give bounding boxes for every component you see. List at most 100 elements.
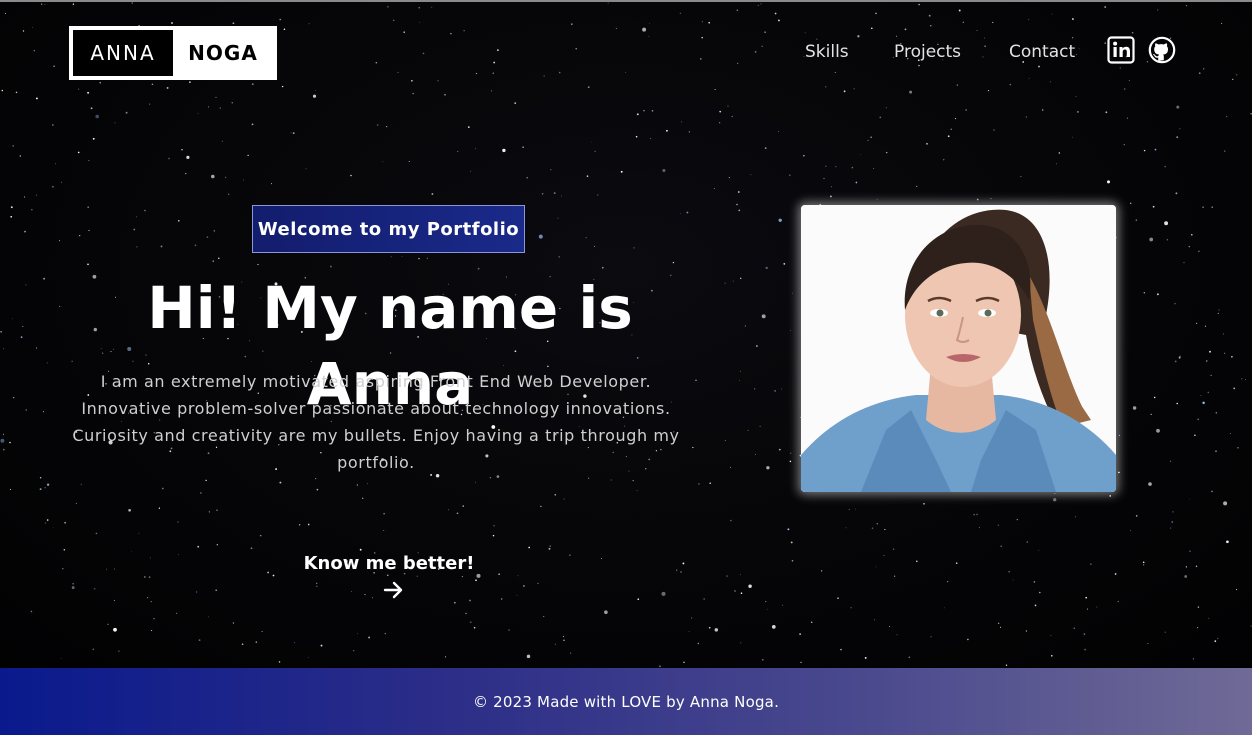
star xyxy=(713,187,715,189)
star xyxy=(149,557,151,559)
star xyxy=(896,634,898,636)
star xyxy=(22,30,25,32)
linkedin-icon[interactable] xyxy=(1107,36,1135,64)
star xyxy=(1076,54,1077,55)
star xyxy=(885,151,888,154)
star xyxy=(756,345,758,347)
star xyxy=(879,116,882,119)
nav-link-skills[interactable]: Skills xyxy=(805,42,849,62)
star xyxy=(766,466,770,470)
star xyxy=(554,493,557,496)
star xyxy=(1175,192,1178,195)
star xyxy=(63,548,66,551)
star xyxy=(724,440,726,441)
star xyxy=(744,325,746,327)
star xyxy=(915,560,918,563)
star xyxy=(44,522,47,524)
star xyxy=(307,523,310,526)
star xyxy=(22,325,24,327)
star xyxy=(1034,604,1037,607)
star xyxy=(1129,530,1131,532)
star xyxy=(976,513,978,516)
star xyxy=(1179,355,1181,357)
portfolio-page: ANNA NOGA Skills Projects Contact Welcom… xyxy=(0,0,1252,735)
star xyxy=(465,612,467,615)
star xyxy=(251,83,254,85)
star xyxy=(144,209,146,212)
star xyxy=(1224,150,1226,152)
star xyxy=(857,35,860,38)
star xyxy=(703,598,705,600)
star xyxy=(683,661,685,664)
star xyxy=(736,203,738,206)
star xyxy=(184,172,187,175)
star xyxy=(1214,640,1217,643)
star xyxy=(95,532,98,535)
star xyxy=(23,196,26,198)
star xyxy=(1105,111,1108,114)
hero-description: I am an extremely motivated aspiring Fro… xyxy=(72,372,680,472)
star xyxy=(601,557,602,559)
star xyxy=(962,21,964,23)
star xyxy=(1150,413,1152,415)
star xyxy=(871,527,874,529)
star xyxy=(586,175,589,177)
star xyxy=(1232,78,1234,80)
site-logo[interactable]: ANNA NOGA xyxy=(69,26,277,80)
star xyxy=(30,610,33,613)
star xyxy=(729,466,731,468)
star xyxy=(247,154,249,157)
star xyxy=(231,102,233,104)
star xyxy=(553,192,556,195)
star xyxy=(558,71,561,74)
star xyxy=(44,4,46,5)
star xyxy=(312,94,317,98)
star xyxy=(1250,625,1252,627)
star xyxy=(892,548,895,550)
star xyxy=(80,483,82,485)
star xyxy=(740,642,742,644)
star xyxy=(825,165,827,167)
star xyxy=(376,124,379,126)
star xyxy=(1000,545,1002,547)
star xyxy=(213,230,215,232)
star xyxy=(1209,350,1211,353)
know-me-better-button[interactable]: Know me better! xyxy=(289,550,489,600)
star xyxy=(390,256,392,258)
star xyxy=(825,86,827,88)
star xyxy=(208,616,209,618)
github-icon[interactable] xyxy=(1148,36,1176,64)
star xyxy=(305,168,307,170)
star xyxy=(855,508,856,510)
star xyxy=(4,12,7,15)
star xyxy=(1192,658,1194,660)
star xyxy=(1235,73,1238,76)
star xyxy=(307,657,309,658)
star xyxy=(855,181,858,184)
star xyxy=(431,193,434,195)
star xyxy=(473,626,476,629)
nav-link-contact[interactable]: Contact xyxy=(1009,42,1075,62)
star xyxy=(243,179,245,181)
star xyxy=(10,206,13,209)
nav-link-projects[interactable]: Projects xyxy=(894,42,961,62)
star xyxy=(1166,239,1168,241)
star xyxy=(528,546,531,549)
star xyxy=(1204,325,1207,327)
star xyxy=(1200,395,1202,396)
star xyxy=(24,230,26,233)
star xyxy=(329,265,332,268)
star xyxy=(1028,19,1030,21)
star xyxy=(33,49,36,52)
star xyxy=(1005,664,1008,666)
star xyxy=(52,527,54,529)
star xyxy=(12,145,14,147)
star xyxy=(956,84,958,86)
star xyxy=(601,266,604,269)
star xyxy=(761,45,763,47)
star xyxy=(1104,6,1107,8)
star xyxy=(35,97,38,100)
star xyxy=(575,47,577,50)
star xyxy=(719,122,721,124)
star xyxy=(672,261,675,264)
